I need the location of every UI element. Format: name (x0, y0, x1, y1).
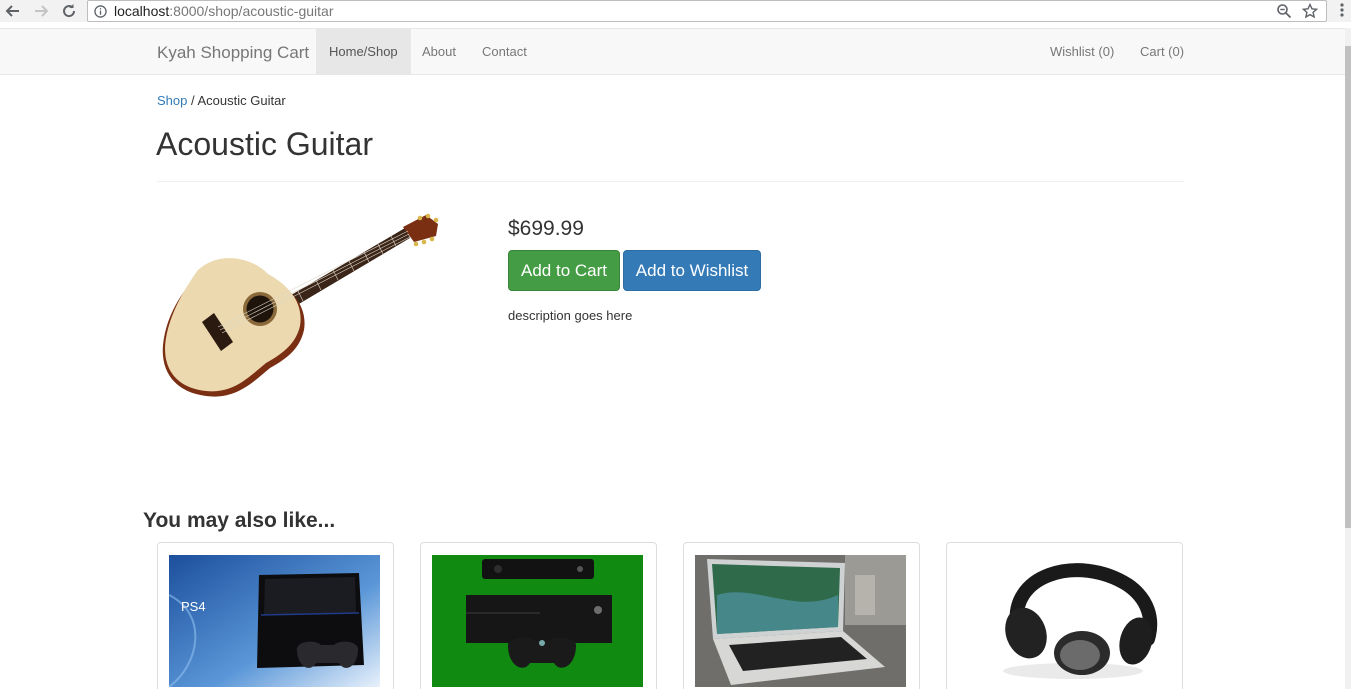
back-arrow-icon (5, 5, 19, 17)
page-title: Acoustic Guitar (156, 126, 373, 162)
related-product-card[interactable] (683, 542, 920, 689)
breadcrumb: Shop / Acoustic Guitar (157, 93, 286, 108)
zoom-out-icon[interactable] (1276, 3, 1292, 19)
related-products-heading: You may also like... (143, 509, 336, 532)
related-product-card[interactable] (420, 542, 657, 689)
product-price: $699.99 (508, 217, 584, 240)
forward-button[interactable] (31, 1, 51, 21)
add-to-wishlist-button[interactable]: Add to Wishlist (623, 250, 761, 291)
nav-contact[interactable]: Contact (482, 29, 527, 74)
reload-button[interactable] (59, 1, 79, 21)
breadcrumb-separator: / (187, 93, 198, 108)
reload-icon (63, 4, 76, 18)
bose-headphones-image[interactable] (958, 555, 1169, 687)
site-navbar: Kyah Shopping Cart Home/Shop About Conta… (0, 28, 1345, 75)
related-product-card[interactable]: PS4 (157, 542, 394, 689)
add-to-cart-button[interactable]: Add to Cart (508, 250, 620, 291)
related-product-card[interactable] (946, 542, 1183, 689)
macbook-pro-laptop-image[interactable] (695, 555, 906, 687)
back-button[interactable] (3, 1, 23, 21)
ps4-console-image[interactable]: PS4 (169, 555, 380, 687)
nav-about[interactable]: About (422, 29, 456, 74)
breadcrumb-current: Acoustic Guitar (197, 93, 286, 108)
xbox-one-console-image[interactable] (432, 555, 643, 687)
product-image (162, 213, 439, 397)
address-bar[interactable]: localhost:8000/shop/acoustic-guitar (87, 0, 1327, 22)
ps4-logo-text: PS4 (181, 599, 206, 614)
browser-toolbar: localhost:8000/shop/acoustic-guitar (0, 0, 1351, 22)
nav-home-shop[interactable]: Home/Shop (316, 29, 411, 74)
browser-menu-icon[interactable] (1338, 2, 1346, 18)
url-text: localhost:8000/shop/acoustic-guitar (114, 3, 334, 19)
scrollbar-thumb[interactable] (1345, 46, 1351, 528)
breadcrumb-shop-link[interactable]: Shop (157, 93, 187, 108)
bookmark-star-icon[interactable] (1302, 3, 1318, 19)
forward-arrow-icon (35, 5, 49, 17)
page-scrollbar[interactable] (1345, 28, 1351, 689)
nav-cart[interactable]: Cart (0) (1140, 29, 1184, 74)
info-icon[interactable] (94, 5, 107, 18)
title-divider (157, 181, 1184, 182)
nav-wishlist[interactable]: Wishlist (0) (1050, 29, 1114, 74)
brand-link[interactable]: Kyah Shopping Cart (157, 43, 309, 63)
product-description: description goes here (508, 308, 633, 323)
